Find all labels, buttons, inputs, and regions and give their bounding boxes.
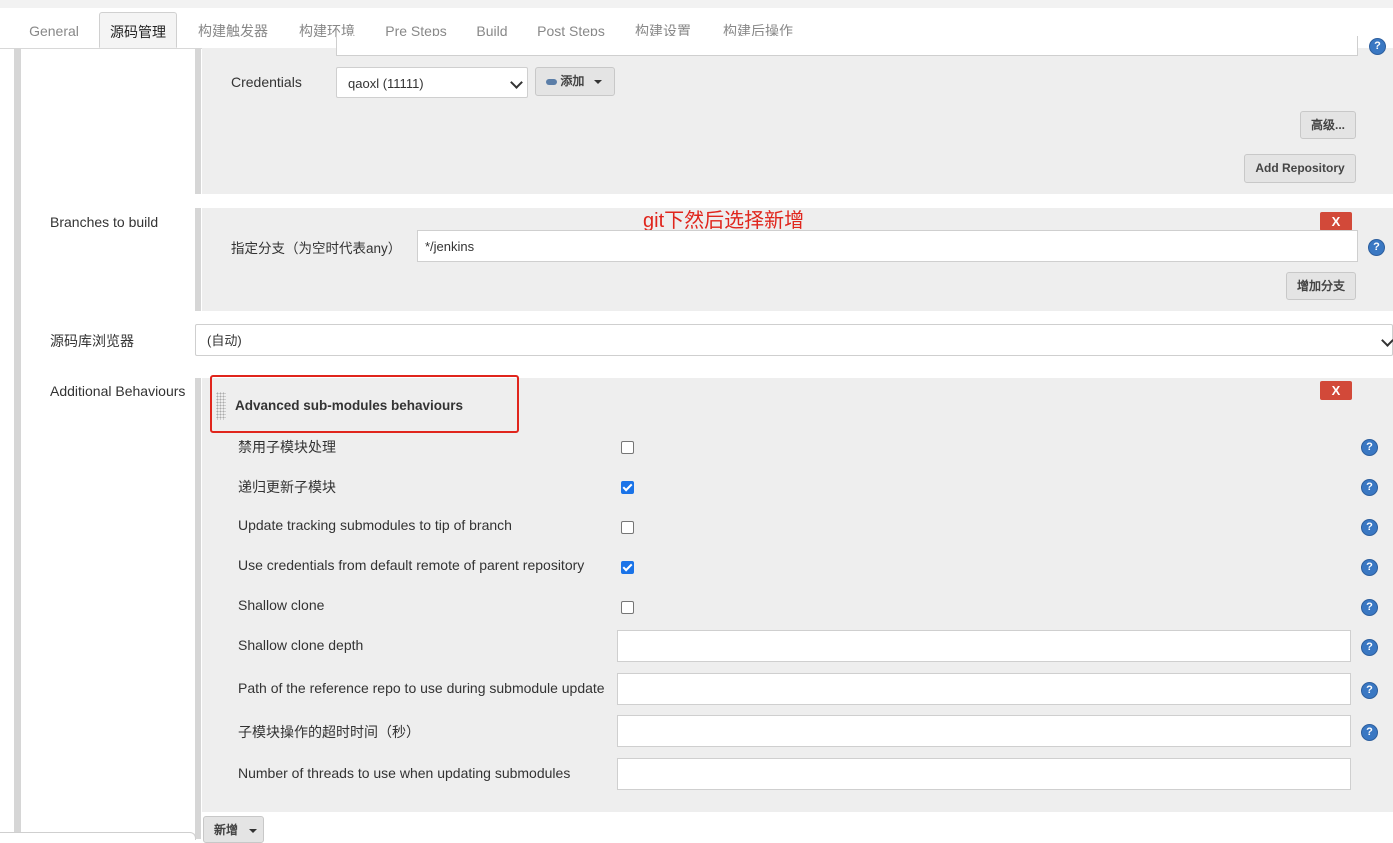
repository-browser-label: 源码库浏览器 bbox=[50, 333, 134, 349]
caret-down-icon bbox=[249, 828, 258, 833]
option-parent-credentials-label: Use credentials from default remote of p… bbox=[238, 557, 585, 573]
option-recursive-update-checkbox[interactable] bbox=[621, 481, 634, 494]
option-tracking-label: Update tracking submodules to tip of bra… bbox=[238, 517, 512, 533]
help-icon[interactable] bbox=[1361, 479, 1378, 496]
credentials-select-value: qaoxl (11111) bbox=[348, 76, 424, 91]
help-icon[interactable] bbox=[1361, 599, 1378, 616]
submodule-timeout-input[interactable] bbox=[617, 715, 1351, 747]
credentials-select[interactable]: qaoxl (11111) bbox=[336, 67, 528, 98]
tab-build-triggers[interactable]: 构建触发器 bbox=[189, 12, 277, 48]
repository-help-icon[interactable] bbox=[1369, 38, 1386, 55]
repository-rail bbox=[195, 48, 201, 194]
tab-source-management[interactable]: 源码管理 bbox=[99, 12, 177, 48]
option-disable-submodules-checkbox[interactable] bbox=[621, 441, 634, 454]
credentials-label: Credentials bbox=[231, 74, 302, 90]
option-recursive-update-label: 递归更新子模块 bbox=[238, 479, 336, 495]
key-icon bbox=[546, 78, 557, 85]
behaviour-title: Advanced sub-modules behaviours bbox=[235, 398, 464, 413]
submodule-threads-label: Number of threads to use when updating s… bbox=[238, 765, 571, 781]
add-branch-button[interactable]: 增加分支 bbox=[1286, 272, 1356, 300]
option-shallow-clone-checkbox[interactable] bbox=[621, 601, 634, 614]
top-strip bbox=[0, 0, 1393, 8]
option-shallow-clone-label: Shallow clone bbox=[238, 597, 325, 613]
branch-specifier-input[interactable]: */jenkins bbox=[417, 230, 1358, 262]
add-repository-button[interactable]: Add Repository bbox=[1244, 154, 1356, 183]
shallow-clone-depth-input[interactable] bbox=[617, 630, 1351, 662]
add-behaviour-label: 新增 bbox=[214, 823, 239, 837]
annotation-text: git下然后选择新增 bbox=[643, 210, 805, 232]
chevron-down-icon bbox=[510, 76, 523, 89]
submodule-timeout-label: 子模块操作的超时时间（秒） bbox=[238, 724, 420, 740]
branches-rail bbox=[195, 208, 201, 311]
add-credentials-button[interactable]: 添加 bbox=[535, 67, 615, 96]
branch-help-icon[interactable] bbox=[1368, 239, 1385, 256]
left-rail bbox=[14, 48, 21, 839]
help-icon[interactable] bbox=[1361, 682, 1378, 699]
additional-behaviours-label: Additional Behaviours bbox=[50, 383, 186, 399]
repository-url-input[interactable] bbox=[336, 36, 1358, 56]
option-tracking-checkbox[interactable] bbox=[621, 521, 634, 534]
repository-browser-value: (自动) bbox=[207, 333, 242, 348]
option-disable-submodules-label: 禁用子模块处理 bbox=[238, 439, 336, 455]
reference-repo-label: Path of the reference repo to use during… bbox=[238, 680, 605, 696]
add-credentials-label: 添加 bbox=[560, 74, 585, 88]
help-icon[interactable] bbox=[1361, 559, 1378, 576]
delete-branch-button[interactable]: X bbox=[1320, 212, 1352, 231]
repository-browser-select[interactable]: (自动) bbox=[195, 324, 1393, 356]
chevron-down-icon bbox=[1381, 334, 1393, 347]
option-parent-credentials-checkbox[interactable] bbox=[621, 561, 634, 574]
advanced-button[interactable]: 高级... bbox=[1300, 111, 1356, 139]
reference-repo-input[interactable] bbox=[617, 673, 1351, 705]
delete-behaviour-button[interactable]: X bbox=[1320, 381, 1352, 400]
branch-specifier-label: 指定分支（为空时代表any） bbox=[231, 241, 402, 256]
tab-general[interactable]: General bbox=[18, 12, 90, 48]
shallow-clone-depth-label: Shallow clone depth bbox=[238, 637, 364, 653]
help-icon[interactable] bbox=[1361, 639, 1378, 656]
caret-down-icon bbox=[593, 79, 602, 84]
help-icon[interactable] bbox=[1361, 519, 1378, 536]
behaviours-footer bbox=[202, 812, 1393, 839]
behaviours-rail bbox=[195, 378, 201, 839]
branches-label: Branches to build bbox=[50, 214, 159, 230]
help-icon[interactable] bbox=[1361, 724, 1378, 741]
submodule-threads-input[interactable] bbox=[617, 758, 1351, 790]
help-icon[interactable] bbox=[1361, 439, 1378, 456]
